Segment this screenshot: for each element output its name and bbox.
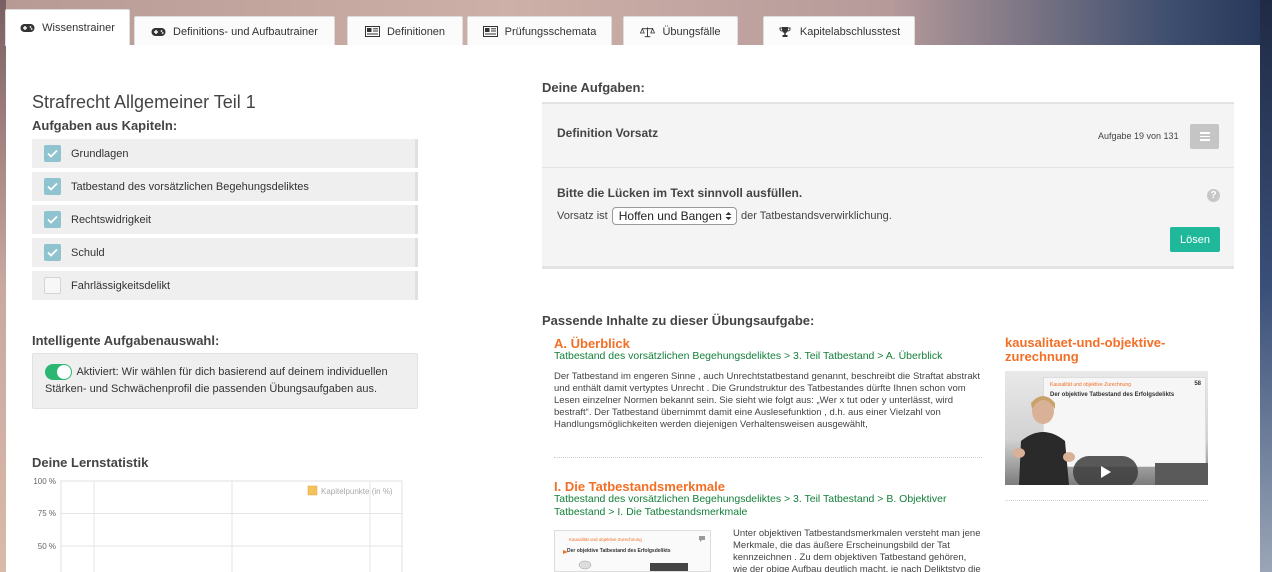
video-player[interactable]: Kausalität und objektive Zurechnung Der … — [1005, 371, 1208, 485]
tab-label: Definitions- und Aufbautrainer — [173, 25, 318, 38]
learning-stats-chart: 100 % 75 % 50 % Kapitelpunkte (in %) — [6, 475, 426, 572]
chapter-item[interactable]: Fahrlässigkeitsdelikt — [32, 271, 418, 300]
tab-definitionen[interactable]: Definitionen — [347, 16, 463, 46]
course-title: Strafrecht Allgemeiner Teil 1 — [32, 92, 256, 112]
sentence-before: Vorsatz ist — [557, 210, 608, 222]
chapter-item[interactable]: Rechtswidrigkeit — [32, 205, 418, 234]
stats-heading: Deine Lernstatistik — [32, 455, 149, 470]
task-title: Definition Vorsatz — [557, 126, 659, 140]
tasks-heading: Deine Aufgaben: — [542, 80, 645, 95]
learning-stats-svg: 100 % 75 % 50 % Kapitelpunkte (in %) — [33, 477, 403, 572]
tab-label: Prüfungsschemata — [504, 25, 597, 38]
content-path[interactable]: Tatbestand des vorsätzlichen Begehungsde… — [554, 493, 954, 519]
tab-pruefungsschemata[interactable]: Prüfungsschemata — [467, 16, 612, 46]
task-counter: Aufgabe 19 von 131 — [1098, 131, 1179, 141]
background-right — [1260, 0, 1272, 572]
content-thumbnail[interactable]: Kausalität und objektive Zurechnung Der … — [554, 530, 711, 572]
smart-selection-text: Aktiviert: Wir wählen für dich basierend… — [45, 366, 388, 395]
checkbox-unchecked[interactable] — [44, 277, 61, 294]
tab-label: Definitionen — [386, 25, 446, 38]
trophy-icon — [778, 26, 793, 37]
task-instruction: Bitte die Lücken im Text sinnvoll ausfül… — [557, 186, 803, 200]
y-tick-label: 50 % — [38, 542, 56, 551]
chapter-label: Fahrlässigkeitsdelikt — [71, 279, 171, 292]
video-title-link[interactable]: kausalitaet-und-objektive-zurechnung — [1005, 336, 1205, 364]
chapter-item[interactable]: Tatbestand des vorsätzlichen Begehungsde… — [32, 172, 418, 201]
content-excerpt: Der Tatbestand im engeren Sinne , auch U… — [554, 371, 981, 430]
chapter-label: Tatbestand des vorsätzlichen Begehungsde… — [71, 180, 309, 193]
solve-button[interactable]: Lösen — [1170, 227, 1220, 252]
gamepad-icon — [151, 26, 166, 37]
cloze-sentence: Vorsatz ist Hoffen und Bangen der Tatbes… — [557, 207, 892, 225]
content-title-link[interactable]: A. Überblick — [554, 336, 630, 351]
content-excerpt: Unter objektiven Tatbestandsmerkmalen ve… — [733, 528, 981, 572]
chapter-item[interactable]: Schuld — [32, 238, 418, 267]
tab-label: Übungsfälle — [662, 25, 721, 38]
content-title-link[interactable]: I. Die Tatbestandsmerkmale — [554, 479, 725, 494]
tab-label: Wissenstrainer — [42, 22, 115, 34]
thumb-graphic — [563, 536, 705, 571]
checkbox-checked[interactable] — [44, 211, 61, 228]
content-path[interactable]: Tatbestand des vorsätzlichen Begehungsde… — [554, 350, 984, 363]
tab-definitions-und-aufbautrainer[interactable]: Definitions- und Aufbautrainer — [134, 16, 335, 46]
tab-label: Kapitelabschlusstest — [799, 25, 901, 38]
checkbox-checked[interactable] — [44, 244, 61, 261]
task-menu-button[interactable] — [1190, 124, 1219, 149]
related-heading: Passende Inhalte zu dieser Übungsaufgabe… — [542, 313, 815, 328]
tab-bar: Wissenstrainer Definitions- und Aufbautr… — [0, 9, 1272, 46]
gamepad-icon — [20, 23, 35, 34]
main-panel: Strafrecht Allgemeiner Teil 1 Aufgaben a… — [6, 45, 1260, 572]
tab-uebungsfaelle[interactable]: Übungsfälle — [623, 16, 738, 46]
help-icon[interactable]: ? — [1207, 189, 1220, 202]
cloze-select-value: Hoffen und Bangen — [618, 209, 722, 223]
smart-selection-toggle[interactable] — [45, 364, 72, 381]
sentence-after: der Tatbestandsverwirklichung. — [740, 210, 892, 222]
separator — [1005, 500, 1208, 501]
checkbox-checked[interactable] — [44, 178, 61, 195]
newspaper-icon — [482, 26, 498, 37]
checkbox-checked[interactable] — [44, 145, 61, 162]
chapters-heading: Aufgaben aus Kapiteln: — [32, 118, 178, 133]
chapter-label: Grundlagen — [71, 147, 129, 160]
video-play-button[interactable] — [1073, 456, 1138, 485]
legend-label: Kapitelpunkte (in %) — [321, 487, 393, 496]
task-card: Definition Vorsatz Aufgabe 19 von 131 Bi… — [542, 102, 1234, 269]
smart-selection-heading: Intelligente Aufgabenauswahl: — [32, 333, 220, 348]
smart-selection-box: Aktiviert: Wir wählen für dich basierend… — [32, 353, 418, 409]
select-arrows-icon — [725, 212, 732, 220]
separator — [554, 457, 982, 458]
task-header: Definition Vorsatz Aufgabe 19 von 131 — [542, 104, 1234, 168]
chapter-item[interactable]: Grundlagen — [32, 139, 418, 168]
y-tick-label: 75 % — [38, 509, 56, 518]
legend-swatch — [307, 485, 318, 496]
newspaper-icon — [364, 26, 380, 37]
play-icon — [1073, 456, 1138, 485]
y-tick-label: 100 % — [33, 477, 56, 486]
scales-icon — [640, 26, 656, 37]
cloze-select[interactable]: Hoffen und Bangen — [611, 207, 737, 225]
chapter-label: Schuld — [71, 246, 105, 259]
tab-wissenstrainer[interactable]: Wissenstrainer — [5, 9, 130, 46]
chapter-label: Rechtswidrigkeit — [71, 213, 152, 226]
tab-kapitelabschlusstest[interactable]: Kapitelabschlusstest — [763, 16, 915, 46]
